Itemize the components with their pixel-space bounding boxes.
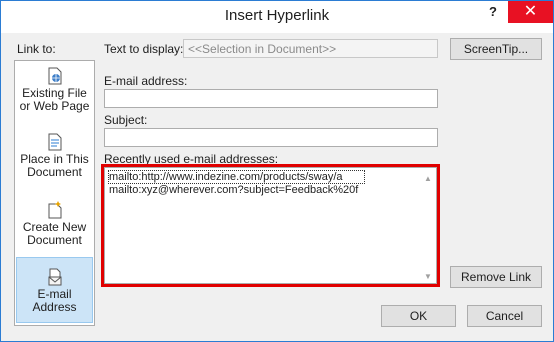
link-to-existing-file[interactable]: Existing File or Web Page [16, 67, 93, 121]
link-to-label-1: Existing File [22, 86, 87, 100]
globe-file-icon [48, 67, 61, 85]
link-to-label-1: Create New [22, 220, 87, 234]
link-to-label: Link to: [17, 42, 56, 56]
subject-field[interactable] [104, 128, 438, 147]
screentip-button[interactable]: ScreenTip... [450, 38, 542, 60]
email-address-field[interactable] [104, 89, 438, 108]
link-to-panel: Existing File or Web Page Place in This … [14, 60, 95, 326]
link-to-create-new-document[interactable]: Create New Document [16, 201, 93, 251]
text-to-display-label: Text to display: [104, 42, 184, 56]
link-to-label-1: E-mail [37, 287, 72, 301]
link-to-label-2: Address [32, 300, 77, 314]
link-to-label-2: Document [27, 165, 82, 179]
close-button[interactable]: ✕ [508, 1, 553, 23]
link-to-label-2: Document [27, 233, 82, 247]
link-to-place-in-document[interactable]: Place in This Document [16, 133, 93, 183]
help-button[interactable]: ? [479, 1, 507, 23]
envelope-icon [48, 268, 61, 286]
remove-link-button[interactable]: Remove Link [450, 266, 542, 288]
insert-hyperlink-dialog: Insert Hyperlink ? ✕ Link to: Existing F… [0, 0, 554, 342]
cancel-button[interactable]: Cancel [467, 305, 542, 327]
text-to-display-value: <<Selection in Document>> [188, 42, 337, 56]
link-to-label-1: Place in This [20, 152, 89, 166]
dialog-title: Insert Hyperlink [224, 7, 330, 24]
email-address-label: E-mail address: [104, 74, 188, 88]
new-document-icon [48, 201, 61, 219]
text-to-display-field: <<Selection in Document>> [183, 39, 438, 58]
ok-button[interactable]: OK [381, 305, 456, 327]
highlight-box [101, 164, 440, 287]
title-bar: Insert Hyperlink ? ✕ [1, 1, 553, 33]
link-to-label-2: or Web Page [19, 99, 90, 113]
document-icon [48, 133, 61, 151]
subject-label: Subject: [104, 113, 148, 127]
link-to-email-address[interactable]: E-mail Address [16, 257, 93, 323]
